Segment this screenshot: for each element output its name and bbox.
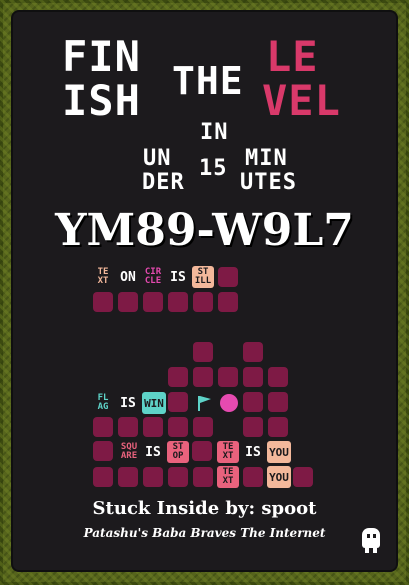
title-min: MIN [245, 146, 288, 171]
word-is: IS [170, 269, 186, 285]
word-text-bot: XT [222, 451, 234, 461]
wall-tile [118, 467, 138, 487]
title-number: 15 [199, 156, 228, 181]
wall-tile [93, 292, 113, 312]
title-utes: UTES [240, 170, 297, 195]
word-text-bot: XT [222, 476, 234, 486]
word-stop-bot: OP [172, 451, 184, 461]
wall-tile [192, 441, 212, 461]
word-still: ST ILL [192, 266, 214, 288]
word-win: WIN [142, 392, 166, 414]
word-text-block: TE XT [217, 441, 239, 463]
word-still-bot: ILL [194, 276, 212, 286]
title-ish: ISH [62, 76, 141, 125]
word-you: YOU [267, 441, 291, 463]
level-credit: Stuck Inside by: spoot [92, 498, 317, 519]
wall-tile [193, 467, 213, 487]
title-un: UN [143, 146, 172, 171]
title-vel: VEL [262, 76, 341, 125]
wall-tile [243, 367, 263, 387]
word-flag-bot: AG [97, 402, 109, 412]
wall-tile [168, 392, 188, 412]
wall-tile [168, 467, 188, 487]
wall-tile [93, 467, 113, 487]
word-square-bot: ARE [120, 451, 138, 461]
wall-tile [93, 417, 113, 437]
level-code: YM89-W9L7 [55, 205, 354, 256]
wall-tile [218, 267, 238, 287]
wall-tile [193, 367, 213, 387]
word-flag: FL AG [92, 392, 114, 414]
wall-tile [168, 292, 188, 312]
word-text-bot: XT [97, 276, 109, 286]
wall-tile [118, 292, 138, 312]
title-fin: FIN [62, 32, 141, 81]
wall-tile [93, 441, 113, 461]
wall-tile [243, 417, 263, 437]
wall-tile [293, 467, 313, 487]
word-stop: ST OP [167, 441, 189, 463]
word-on: ON [120, 269, 136, 285]
word-you: YOU [267, 466, 291, 488]
wall-tile [168, 367, 188, 387]
word-is: IS [120, 395, 136, 411]
wall-tile [143, 467, 163, 487]
wall-tile [243, 342, 263, 362]
word-square: SQU ARE [117, 441, 141, 463]
title-le: LE [266, 32, 319, 81]
wall-tile [193, 342, 213, 362]
wall-tile [118, 417, 138, 437]
word-is: IS [245, 444, 261, 460]
word-circle-bot: CLE [144, 276, 162, 286]
word-is: IS [145, 444, 161, 460]
word-text-block: TE XT [217, 466, 239, 488]
title-der: DER [142, 170, 185, 195]
wall-tile [218, 367, 238, 387]
wall-tile [168, 417, 188, 437]
wall-tile [218, 292, 238, 312]
circle-object [220, 394, 238, 412]
title-the: THE [172, 59, 244, 103]
word-text: TE XT [92, 266, 114, 288]
wall-tile [268, 417, 288, 437]
wall-tile [143, 292, 163, 312]
word-circle: CIR CLE [142, 266, 164, 288]
wall-tile [243, 467, 263, 487]
wall-tile [268, 392, 288, 412]
wall-tile [193, 292, 213, 312]
pack-subtitle: Patashu's Baba Braves The Internet [83, 526, 326, 540]
baba-character-icon [362, 528, 380, 553]
wall-tile [143, 417, 163, 437]
flag-icon [198, 396, 211, 411]
wall-tile [268, 367, 288, 387]
title-in: IN [200, 120, 229, 145]
wall-tile [243, 392, 263, 412]
wall-tile [193, 417, 213, 437]
